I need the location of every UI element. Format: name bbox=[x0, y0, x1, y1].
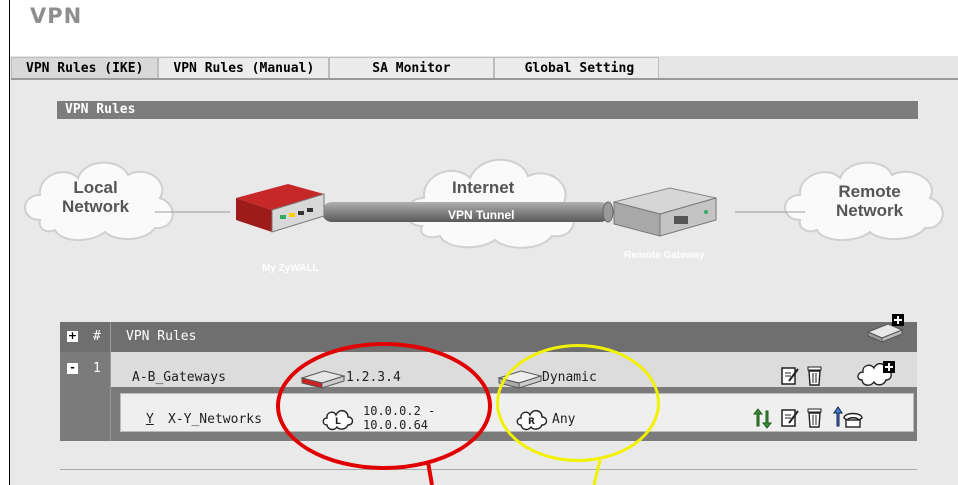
tab-bar: VPN Rules (IKE) VPN Rules (Manual) SA Mo… bbox=[11, 57, 660, 78]
vpn-tunnel-label: VPN Tunnel bbox=[448, 208, 515, 222]
svg-text:L: L bbox=[335, 417, 341, 427]
index-header: # bbox=[93, 329, 101, 344]
move-icon[interactable] bbox=[752, 408, 774, 430]
annotation-yellow-callout bbox=[592, 460, 602, 485]
local-gateway-ip: 1.2.3.4 bbox=[346, 370, 401, 385]
gateway-row-index: - 1 bbox=[60, 352, 110, 387]
policy-edit-icon[interactable] bbox=[780, 407, 800, 429]
edit-icon[interactable] bbox=[780, 365, 800, 387]
dial-icon[interactable] bbox=[832, 406, 866, 430]
tab-sa-monitor[interactable]: SA Monitor bbox=[329, 57, 494, 78]
annotation-red-callout bbox=[426, 462, 434, 485]
remote-gateway-label: Remote Gateway bbox=[624, 250, 705, 261]
my-zywall-label: My ZyWALL bbox=[262, 263, 319, 274]
row-number: 1 bbox=[93, 361, 101, 376]
local-network-cloud-icon: L bbox=[322, 410, 354, 431]
tab-vpn-rules-ike[interactable]: VPN Rules (IKE) bbox=[11, 57, 159, 78]
remote-network-cloud-icon: R bbox=[516, 410, 548, 431]
title-strip bbox=[10, 0, 958, 56]
bottom-divider bbox=[60, 469, 917, 470]
section-header: VPN Rules bbox=[57, 101, 918, 119]
remote-gateway-icon bbox=[497, 370, 543, 389]
tab-vpn-rules-manual[interactable]: VPN Rules (Manual) bbox=[158, 57, 330, 78]
local-range-end: 10.0.0.64 bbox=[363, 418, 429, 432]
local-gateway-icon bbox=[300, 370, 346, 389]
local-range-start: 10.0.0.2 - bbox=[363, 404, 436, 418]
remote-gateway-device-icon bbox=[613, 187, 717, 237]
add-gateway-icon[interactable] bbox=[866, 312, 906, 344]
remote-network-value: Any bbox=[552, 412, 576, 427]
delete-icon[interactable] bbox=[806, 364, 824, 388]
zywall-device-icon bbox=[236, 184, 325, 233]
local-range: 10.0.0.2 - 10.0.0.64 bbox=[363, 404, 435, 432]
add-policy-icon[interactable] bbox=[856, 360, 896, 392]
page-title: VPN bbox=[30, 4, 83, 28]
svg-text:R: R bbox=[528, 417, 535, 427]
local-network-label: Local Network bbox=[62, 178, 130, 216]
tab-global-setting[interactable]: Global Setting bbox=[493, 57, 660, 78]
remote-gateway-value: Dynamic bbox=[542, 370, 597, 385]
policy-name: X-Y_Networks bbox=[168, 412, 262, 427]
gateway-name: A-B_Gateways bbox=[132, 370, 226, 385]
internet-label: Internet bbox=[452, 178, 515, 197]
table-header: + # VPN Rules bbox=[60, 322, 917, 352]
policy-delete-icon[interactable] bbox=[806, 406, 824, 430]
expand-all-button[interactable]: + bbox=[67, 330, 78, 342]
rules-header: VPN Rules bbox=[126, 329, 197, 344]
policy-status[interactable]: Y bbox=[146, 412, 154, 427]
collapse-button[interactable]: - bbox=[67, 362, 78, 374]
remote-network-label: Remote Network bbox=[836, 182, 904, 220]
